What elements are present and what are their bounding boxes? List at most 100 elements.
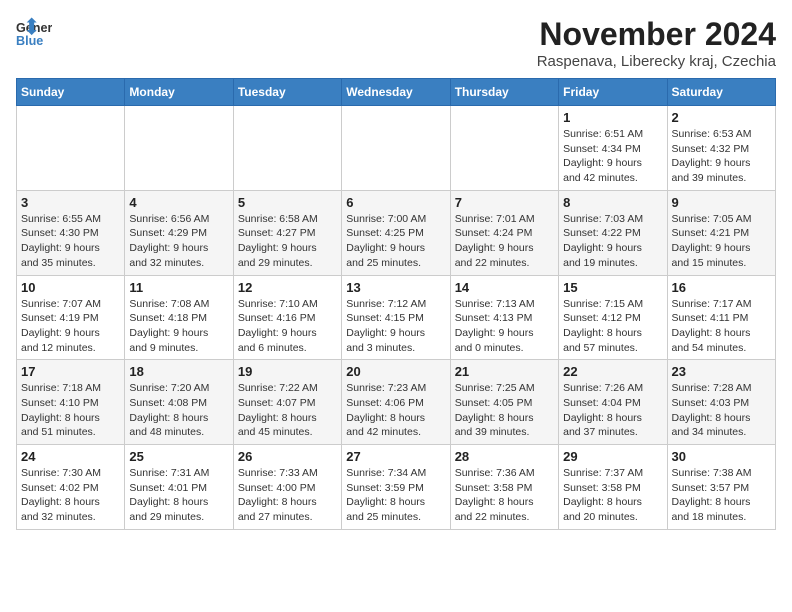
day-info: Sunrise: 7:00 AM Sunset: 4:25 PM Dayligh… bbox=[346, 212, 445, 271]
calendar-cell: 6 Sunrise: 7:00 AM Sunset: 4:25 PM Daylig… bbox=[342, 190, 450, 275]
day-info: Sunrise: 7:37 AM Sunset: 3:58 PM Dayligh… bbox=[563, 466, 662, 525]
calendar-cell: 2 Sunrise: 6:53 AM Sunset: 4:32 PM Daylig… bbox=[667, 106, 775, 191]
day-number: 14 bbox=[455, 280, 554, 295]
calendar-week-3: 10 Sunrise: 7:07 AM Sunset: 4:19 PM Dayli… bbox=[17, 275, 776, 360]
calendar-cell: 23 Sunrise: 7:28 AM Sunset: 4:03 PM Dayli… bbox=[667, 360, 775, 445]
location-subtitle: Raspenava, Liberecky kraj, Czechia bbox=[537, 53, 776, 70]
day-number: 26 bbox=[238, 449, 337, 464]
weekday-header-friday: Friday bbox=[559, 79, 667, 106]
day-info: Sunrise: 7:23 AM Sunset: 4:06 PM Dayligh… bbox=[346, 381, 445, 440]
day-info: Sunrise: 7:28 AM Sunset: 4:03 PM Dayligh… bbox=[672, 381, 771, 440]
day-info: Sunrise: 7:15 AM Sunset: 4:12 PM Dayligh… bbox=[563, 297, 662, 356]
calendar-cell: 14Sunrise: 7:13 AM Sunset: 4:13 PM Dayli… bbox=[450, 275, 558, 360]
calendar-cell: 29 Sunrise: 7:37 AM Sunset: 3:58 PM Dayli… bbox=[559, 445, 667, 530]
calendar-cell: 20Sunrise: 7:23 AM Sunset: 4:06 PM Dayli… bbox=[342, 360, 450, 445]
day-number: 3 bbox=[21, 195, 120, 210]
day-number: 23 bbox=[672, 364, 771, 379]
calendar-cell bbox=[233, 106, 341, 191]
day-info: Sunrise: 7:25 AM Sunset: 4:05 PM Dayligh… bbox=[455, 381, 554, 440]
day-info: Sunrise: 7:20 AM Sunset: 4:08 PM Dayligh… bbox=[129, 381, 228, 440]
calendar-header: SundayMondayTuesdayWednesdayThursdayFrid… bbox=[17, 79, 776, 106]
logo-icon: General Blue bbox=[16, 16, 52, 52]
calendar-cell bbox=[342, 106, 450, 191]
day-number: 1 bbox=[563, 110, 662, 125]
weekday-header-monday: Monday bbox=[125, 79, 233, 106]
calendar-week-1: 1 Sunrise: 6:51 AM Sunset: 4:34 PM Daylig… bbox=[17, 106, 776, 191]
day-info: Sunrise: 6:55 AM Sunset: 4:30 PM Dayligh… bbox=[21, 212, 120, 271]
day-info: Sunrise: 7:10 AM Sunset: 4:16 PM Dayligh… bbox=[238, 297, 337, 356]
day-info: Sunrise: 7:05 AM Sunset: 4:21 PM Dayligh… bbox=[672, 212, 771, 271]
day-number: 28 bbox=[455, 449, 554, 464]
calendar-cell: 18 Sunrise: 7:20 AM Sunset: 4:08 PM Dayli… bbox=[125, 360, 233, 445]
day-number: 19 bbox=[238, 364, 337, 379]
day-info: Sunrise: 7:18 AM Sunset: 4:10 PM Dayligh… bbox=[21, 381, 120, 440]
calendar-cell: 21 Sunrise: 7:25 AM Sunset: 4:05 PM Dayli… bbox=[450, 360, 558, 445]
day-info: Sunrise: 7:07 AM Sunset: 4:19 PM Dayligh… bbox=[21, 297, 120, 356]
title-area: November 2024 Raspenava, Liberecky kraj,… bbox=[537, 16, 776, 70]
calendar-week-5: 24 Sunrise: 7:30 AM Sunset: 4:02 PM Dayli… bbox=[17, 445, 776, 530]
weekday-header-tuesday: Tuesday bbox=[233, 79, 341, 106]
calendar-cell: 8 Sunrise: 7:03 AM Sunset: 4:22 PM Daylig… bbox=[559, 190, 667, 275]
calendar-cell: 9 Sunrise: 7:05 AM Sunset: 4:21 PM Daylig… bbox=[667, 190, 775, 275]
day-number: 27 bbox=[346, 449, 445, 464]
day-number: 17 bbox=[21, 364, 120, 379]
day-info: Sunrise: 7:03 AM Sunset: 4:22 PM Dayligh… bbox=[563, 212, 662, 271]
calendar-cell: 28Sunrise: 7:36 AM Sunset: 3:58 PM Dayli… bbox=[450, 445, 558, 530]
weekday-header-thursday: Thursday bbox=[450, 79, 558, 106]
calendar-cell: 10 Sunrise: 7:07 AM Sunset: 4:19 PM Dayli… bbox=[17, 275, 125, 360]
day-number: 6 bbox=[346, 195, 445, 210]
calendar-cell: 3 Sunrise: 6:55 AM Sunset: 4:30 PM Daylig… bbox=[17, 190, 125, 275]
calendar-cell bbox=[450, 106, 558, 191]
day-info: Sunrise: 7:26 AM Sunset: 4:04 PM Dayligh… bbox=[563, 381, 662, 440]
header: General Blue November 2024 Raspenava, Li… bbox=[16, 16, 776, 70]
calendar-cell: 15 Sunrise: 7:15 AM Sunset: 4:12 PM Dayli… bbox=[559, 275, 667, 360]
weekday-header-wednesday: Wednesday bbox=[342, 79, 450, 106]
calendar-cell: 27 Sunrise: 7:34 AM Sunset: 3:59 PM Dayli… bbox=[342, 445, 450, 530]
calendar-cell: 1 Sunrise: 6:51 AM Sunset: 4:34 PM Daylig… bbox=[559, 106, 667, 191]
day-number: 29 bbox=[563, 449, 662, 464]
calendar-cell: 13Sunrise: 7:12 AM Sunset: 4:15 PM Dayli… bbox=[342, 275, 450, 360]
day-number: 9 bbox=[672, 195, 771, 210]
day-number: 18 bbox=[129, 364, 228, 379]
day-number: 24 bbox=[21, 449, 120, 464]
day-number: 12 bbox=[238, 280, 337, 295]
weekday-header-sunday: Sunday bbox=[17, 79, 125, 106]
calendar-cell: 24 Sunrise: 7:30 AM Sunset: 4:02 PM Dayli… bbox=[17, 445, 125, 530]
calendar-week-4: 17 Sunrise: 7:18 AM Sunset: 4:10 PM Dayli… bbox=[17, 360, 776, 445]
day-info: Sunrise: 7:34 AM Sunset: 3:59 PM Dayligh… bbox=[346, 466, 445, 525]
day-info: Sunrise: 6:53 AM Sunset: 4:32 PM Dayligh… bbox=[672, 127, 771, 186]
day-info: Sunrise: 7:33 AM Sunset: 4:00 PM Dayligh… bbox=[238, 466, 337, 525]
day-info: Sunrise: 7:38 AM Sunset: 3:57 PM Dayligh… bbox=[672, 466, 771, 525]
calendar: SundayMondayTuesdayWednesdayThursdayFrid… bbox=[16, 78, 776, 530]
day-info: Sunrise: 7:22 AM Sunset: 4:07 PM Dayligh… bbox=[238, 381, 337, 440]
day-info: Sunrise: 7:30 AM Sunset: 4:02 PM Dayligh… bbox=[21, 466, 120, 525]
calendar-week-2: 3 Sunrise: 6:55 AM Sunset: 4:30 PM Daylig… bbox=[17, 190, 776, 275]
calendar-cell: 7 Sunrise: 7:01 AM Sunset: 4:24 PM Daylig… bbox=[450, 190, 558, 275]
calendar-cell: 19 Sunrise: 7:22 AM Sunset: 4:07 PM Dayli… bbox=[233, 360, 341, 445]
calendar-cell bbox=[17, 106, 125, 191]
day-number: 30 bbox=[672, 449, 771, 464]
day-number: 10 bbox=[21, 280, 120, 295]
day-info: Sunrise: 6:51 AM Sunset: 4:34 PM Dayligh… bbox=[563, 127, 662, 186]
month-title: November 2024 bbox=[537, 16, 776, 53]
calendar-cell: 5Sunrise: 6:58 AM Sunset: 4:27 PM Daylig… bbox=[233, 190, 341, 275]
weekday-header-saturday: Saturday bbox=[667, 79, 775, 106]
day-number: 21 bbox=[455, 364, 554, 379]
day-number: 8 bbox=[563, 195, 662, 210]
calendar-body: 1 Sunrise: 6:51 AM Sunset: 4:34 PM Daylig… bbox=[17, 106, 776, 530]
calendar-cell: 22Sunrise: 7:26 AM Sunset: 4:04 PM Dayli… bbox=[559, 360, 667, 445]
day-number: 15 bbox=[563, 280, 662, 295]
calendar-cell: 25Sunrise: 7:31 AM Sunset: 4:01 PM Dayli… bbox=[125, 445, 233, 530]
day-info: Sunrise: 7:08 AM Sunset: 4:18 PM Dayligh… bbox=[129, 297, 228, 356]
day-number: 25 bbox=[129, 449, 228, 464]
logo: General Blue bbox=[16, 16, 52, 52]
calendar-cell: 16 Sunrise: 7:17 AM Sunset: 4:11 PM Dayli… bbox=[667, 275, 775, 360]
svg-text:Blue: Blue bbox=[16, 34, 43, 48]
calendar-cell: 11Sunrise: 7:08 AM Sunset: 4:18 PM Dayli… bbox=[125, 275, 233, 360]
day-info: Sunrise: 7:01 AM Sunset: 4:24 PM Dayligh… bbox=[455, 212, 554, 271]
day-number: 7 bbox=[455, 195, 554, 210]
day-number: 16 bbox=[672, 280, 771, 295]
day-info: Sunrise: 7:17 AM Sunset: 4:11 PM Dayligh… bbox=[672, 297, 771, 356]
weekday-row: SundayMondayTuesdayWednesdayThursdayFrid… bbox=[17, 79, 776, 106]
day-number: 2 bbox=[672, 110, 771, 125]
